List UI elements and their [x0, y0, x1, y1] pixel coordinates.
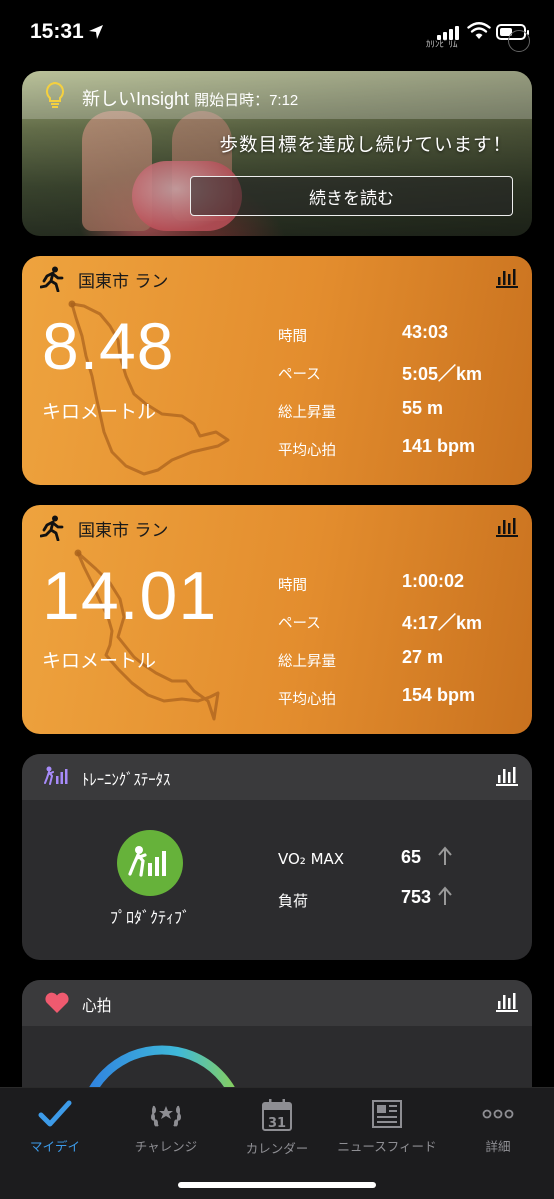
load-row: 負荷 753 — [278, 884, 518, 924]
arrow-up-icon — [438, 846, 452, 865]
training-status-card[interactable]: ﾄﾚｰﾆﾝｸﾞｽﾃｰﾀｽ ﾌﾟﾛﾀﾞｸﾃｨﾌﾞ VO₂ MAX 65 負荷 75… — [22, 754, 532, 960]
wifi-icon — [467, 22, 491, 39]
distance-value: 8.48 — [42, 309, 175, 383]
carrier-text: ｶﾘﾝﾋﾞﾘﾑ — [426, 39, 458, 49]
insight-card[interactable]: 新しいInsight 開始日時：7:12 歩数目標を達成し続けています！ 続きを… — [22, 71, 532, 236]
read-more-button[interactable]: 続きを読む — [190, 176, 513, 216]
insight-message: 歩数目標を達成し続けています！ — [219, 135, 512, 156]
activity-title: 国東市 ラン — [78, 271, 169, 292]
stat-time: 時間 43:03 — [278, 322, 449, 345]
training-status-title: ﾄﾚｰﾆﾝｸﾞｽﾃｰﾀｽ — [82, 770, 171, 789]
activity-title: 国東市 ラン — [78, 520, 169, 541]
training-stats: VO₂ MAX 65 負荷 753 — [278, 844, 518, 924]
location-arrow-icon — [89, 25, 103, 39]
laurel-icon — [151, 1105, 181, 1127]
training-status-icon — [44, 766, 68, 785]
activity-card[interactable]: 国東市 ラン 8.48 キロメートル 時間 43:03 ペース 5:05／km … — [22, 256, 532, 485]
stat-time: 時間 1:00:02 — [278, 571, 465, 594]
bar-chart-icon[interactable] — [496, 992, 518, 1012]
distance-value: 14.01 — [42, 558, 218, 634]
tab-more[interactable]: 詳細 — [443, 1098, 553, 1155]
stat-heart-rate: 平均心拍 141 bpm — [278, 436, 476, 459]
training-status-header: ﾄﾚｰﾆﾝｸﾞｽﾃｰﾀｽ — [22, 754, 532, 800]
tab-newsfeed[interactable]: ニュースフィード — [332, 1098, 442, 1155]
bar-chart-icon[interactable] — [496, 268, 518, 288]
running-icon — [40, 266, 64, 292]
check-icon — [38, 1100, 72, 1127]
lightbulb-icon — [45, 81, 65, 108]
distance-unit: キロメートル — [42, 401, 157, 423]
tab-challenge[interactable]: チャレンジ — [111, 1098, 221, 1155]
stat-pace: ペース 4:17／km — [278, 613, 483, 633]
insight-header: 新しいInsight 開始日時：7:12 — [22, 71, 532, 119]
vo2max-row: VO₂ MAX 65 — [278, 844, 518, 884]
activity-stats: 時間 43:03 ペース 5:05／km 総上昇量 55 m 平均心拍 141 … — [278, 320, 518, 472]
more-icon — [482, 1109, 514, 1119]
tab-my-day[interactable]: マイデイ — [0, 1098, 110, 1155]
productive-status-icon — [117, 830, 183, 896]
stat-ascent: 総上昇量 55 m — [278, 398, 444, 421]
sync-icon[interactable] — [508, 30, 530, 52]
activity-card[interactable]: 国東市 ラン 14.01 キロメートル 時間 1:00:02 ペース 4:17／… — [22, 505, 532, 734]
status-bar: 15:31 ｶﾘﾝﾋﾞﾘﾑ — [0, 0, 554, 64]
training-status-label: ﾌﾟﾛﾀﾞｸﾃｨﾌﾞ — [109, 908, 190, 927]
tab-calendar[interactable]: 31 カレンダー — [222, 1098, 332, 1157]
activity-stats: 時間 1:00:02 ペース 4:17／km 総上昇量 27 m 平均心拍 15… — [278, 569, 518, 721]
heart-rate-title: 心拍 — [82, 996, 112, 1015]
home-indicator[interactable] — [178, 1182, 376, 1188]
newspaper-icon — [372, 1100, 402, 1128]
distance-unit: キロメートル — [42, 650, 157, 672]
calendar-date: 31 — [268, 1116, 286, 1131]
clock: 15:31 — [30, 20, 84, 43]
calendar-icon: 31 — [262, 1099, 292, 1131]
stat-pace: ペース 5:05／km — [278, 364, 483, 384]
heart-icon — [45, 992, 69, 1013]
insight-title: 新しいInsight 開始日時：7:12 — [82, 89, 299, 109]
arrow-up-icon — [438, 886, 452, 905]
bar-chart-icon[interactable] — [496, 517, 518, 537]
heart-rate-header: 心拍 — [22, 980, 532, 1026]
bar-chart-icon[interactable] — [496, 766, 518, 786]
stat-heart-rate: 平均心拍 154 bpm — [278, 685, 476, 708]
stat-ascent: 総上昇量 27 m — [278, 647, 444, 670]
insight-start-time: 開始日時：7:12 — [194, 92, 299, 109]
running-icon — [40, 515, 64, 541]
